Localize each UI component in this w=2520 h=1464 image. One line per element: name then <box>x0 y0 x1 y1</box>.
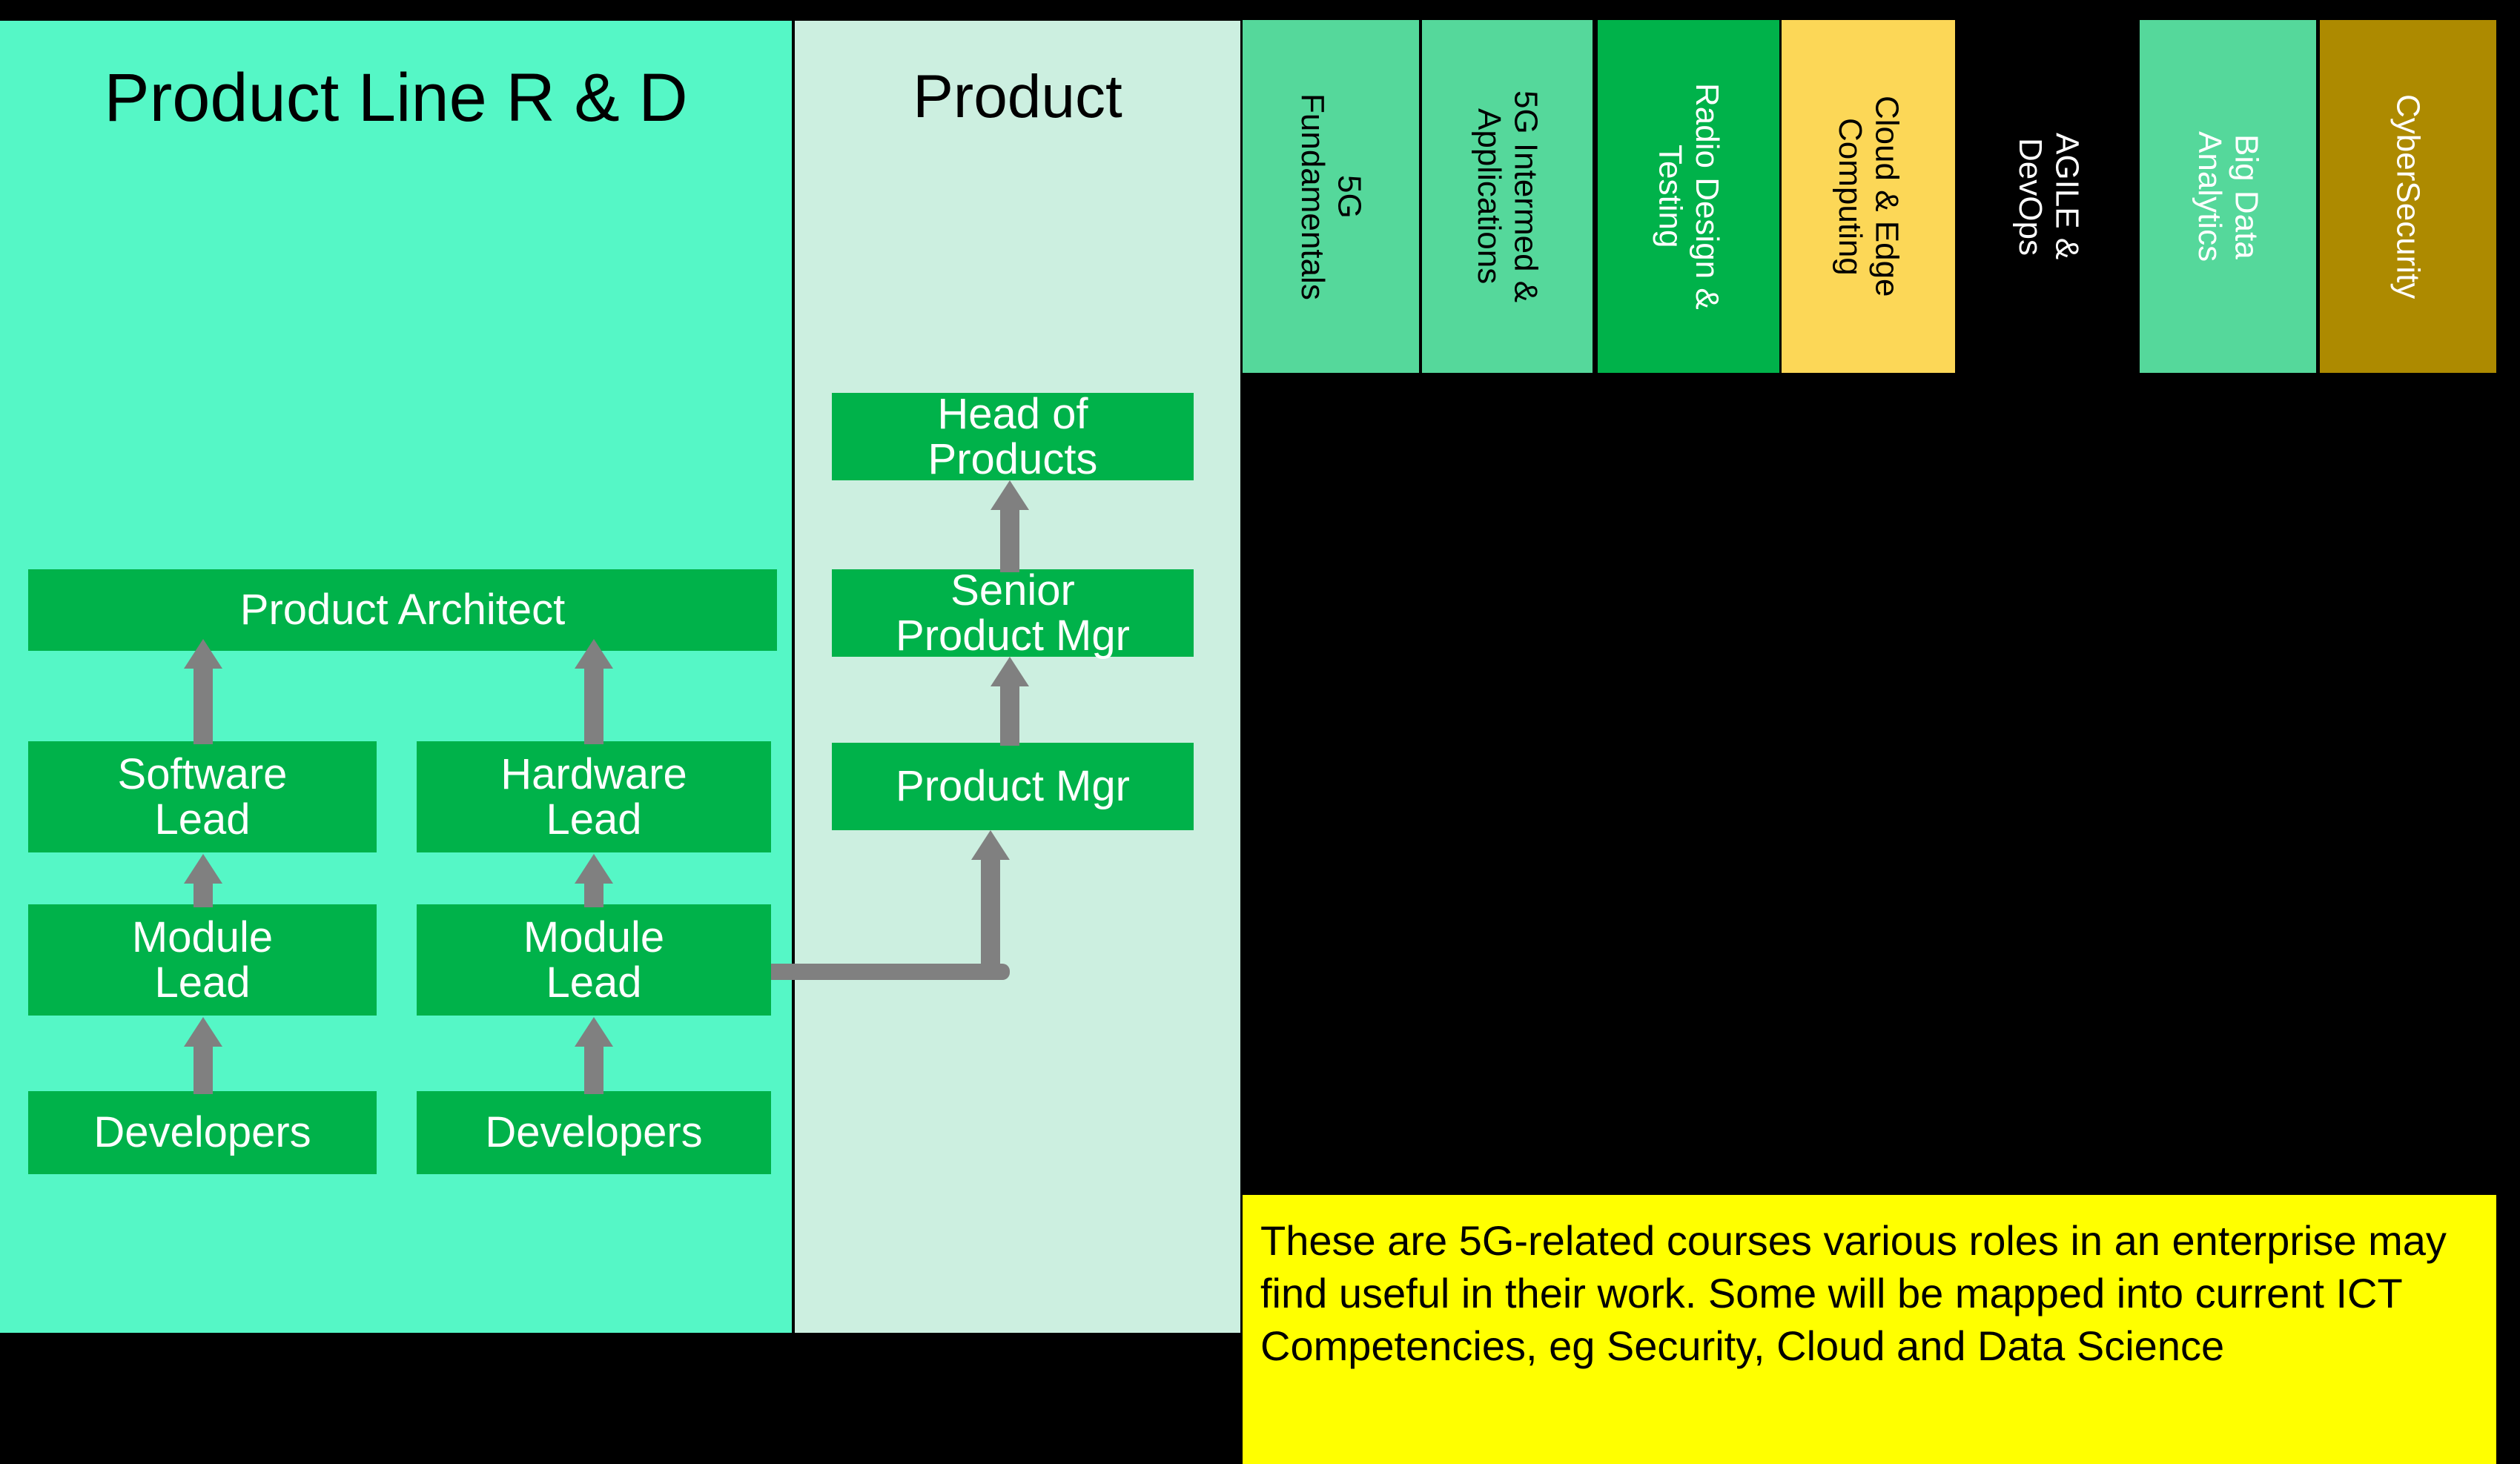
course-column-label: Cloud & Edge Computing <box>1832 96 1905 297</box>
note-text: These are 5G-related courses various rol… <box>1260 1217 2447 1370</box>
explanatory-note: These are 5G-related courses various rol… <box>1243 1195 2496 1464</box>
course-column-agile-devops[interactable]: AGILE & DevOps <box>1961 20 2136 373</box>
course-column-label: 5G Intermed & Applications <box>1471 90 1544 303</box>
course-column-label: 5G Fundamentals <box>1294 93 1368 300</box>
node-module-lead-hardware[interactable]: Module Lead <box>417 904 771 1016</box>
node-label: Product Architect <box>239 586 566 635</box>
course-column-cloud-edge-computing[interactable]: Cloud & Edge Computing <box>1782 20 1955 373</box>
node-label: Module Lead <box>131 912 274 1007</box>
course-column-radio-design-testing[interactable]: Radio Design & Testing <box>1598 20 1779 373</box>
node-software-lead[interactable]: Software Lead <box>28 741 377 852</box>
product-panel-title: Product <box>913 63 1122 130</box>
arrow-module-lead-software-to-software-lead <box>184 854 222 907</box>
course-column-big-data-analytics[interactable]: Big Data Analytics <box>2140 20 2316 373</box>
arrow-developers-hardware-to-module-lead <box>575 1017 613 1094</box>
course-column-label: Big Data Analytics <box>2192 130 2265 262</box>
node-developers-hardware[interactable]: Developers <box>417 1091 771 1174</box>
course-column-label: CyberSecurity <box>2390 93 2427 299</box>
node-label: Software Lead <box>117 749 288 844</box>
node-module-lead-software[interactable]: Module Lead <box>28 904 377 1016</box>
node-label: Product Mgr <box>896 762 1130 811</box>
arrow-developers-software-to-module-lead <box>184 1017 222 1094</box>
arrow-product-mgr-to-senior-pm <box>991 657 1029 746</box>
arrow-module-lead-to-product-mgr-elbow <box>771 830 1038 980</box>
node-developers-software[interactable]: Developers <box>28 1091 377 1174</box>
arrow-module-lead-hardware-to-hardware-lead <box>575 854 613 907</box>
node-product-mgr[interactable]: Product Mgr <box>832 743 1194 830</box>
course-column-cybersecurity[interactable]: CyberSecurity <box>2320 20 2496 373</box>
node-label: Senior Product Mgr <box>896 566 1130 660</box>
node-head-of-products[interactable]: Head of Products <box>832 389 1194 483</box>
node-label: Module Lead <box>523 912 665 1007</box>
arrow-senior-pm-to-head-of-products <box>991 480 1029 572</box>
node-label: Developers <box>485 1108 703 1157</box>
node-senior-product-mgr[interactable]: Senior Product Mgr <box>832 566 1194 660</box>
course-column-label: Radio Design & Testing <box>1652 83 1725 310</box>
rnd-panel-title: Product Line R & D <box>104 60 688 136</box>
node-label: Developers <box>93 1108 311 1157</box>
node-label: Hardware Lead <box>500 749 687 844</box>
arrow-hardware-lead-to-product-architect <box>575 639 613 744</box>
arrow-software-lead-to-product-architect <box>184 639 222 744</box>
diagram-canvas: Product Line R & D Product Product Archi… <box>0 0 2520 1464</box>
course-column-5g-fundamentals[interactable]: 5G Fundamentals <box>1243 20 1419 373</box>
course-column-5g-intermed-applications[interactable]: 5G Intermed & Applications <box>1422 20 1593 373</box>
course-column-label: AGILE & DevOps <box>2012 133 2086 260</box>
node-label: Head of Products <box>927 389 1098 483</box>
node-hardware-lead[interactable]: Hardware Lead <box>417 741 771 852</box>
node-product-architect[interactable]: Product Architect <box>28 569 777 651</box>
